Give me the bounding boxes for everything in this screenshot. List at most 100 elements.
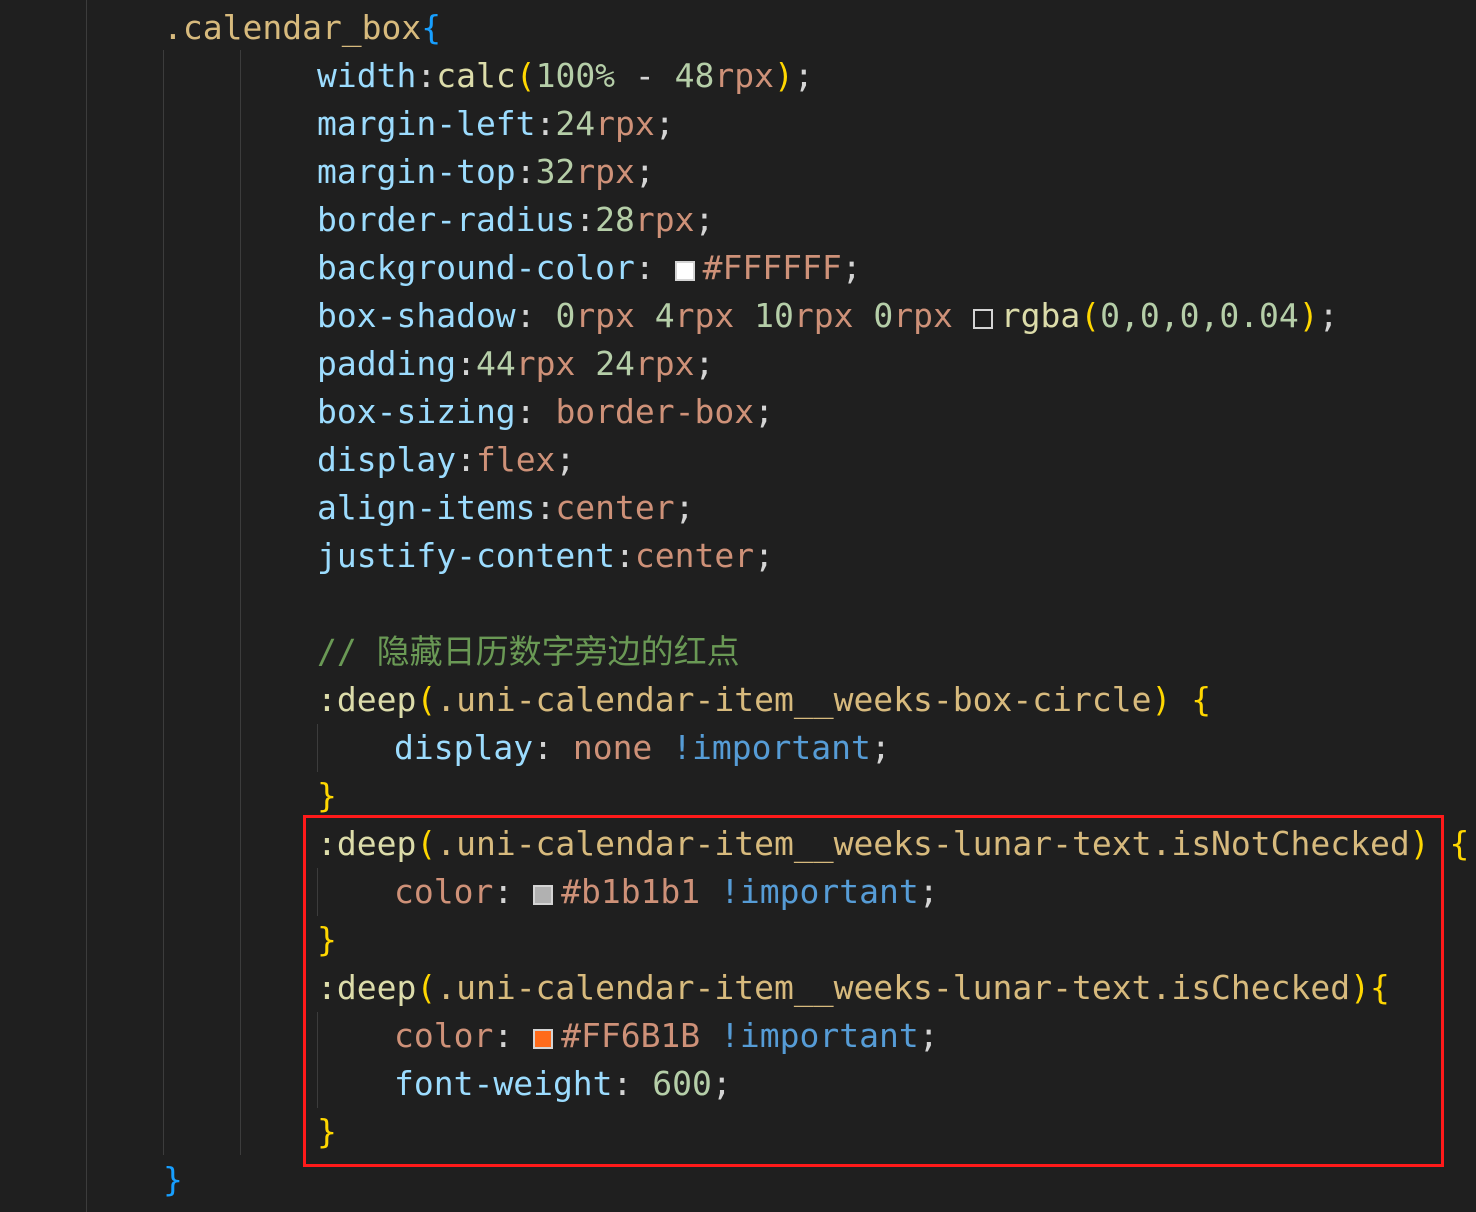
code-token: !important	[672, 728, 871, 767]
code-token: ;	[694, 200, 715, 239]
code-token: 4	[654, 296, 675, 335]
code-token: :	[493, 1016, 534, 1055]
code-token: 44	[475, 344, 516, 383]
code-line[interactable]: justify-content:center;	[317, 532, 774, 580]
code-line[interactable]: background-color: #FFFFFF;	[317, 244, 862, 292]
code-token: {	[1449, 824, 1470, 863]
code-editor[interactable]: .calendar_box{width:calc(100% - 48rpx); m…	[0, 0, 1476, 1212]
code-token: :	[634, 248, 675, 287]
indent-guide	[240, 50, 241, 1155]
code-token: :	[515, 152, 536, 191]
code-token: )	[1151, 680, 1172, 719]
code-token: :	[416, 56, 437, 95]
indent-guide	[317, 868, 318, 916]
code-token: ;	[918, 1016, 939, 1055]
code-token: margin-top	[317, 152, 516, 191]
code-token: :	[535, 488, 556, 527]
code-token: 0	[873, 296, 894, 335]
code-token: font-weight	[394, 1064, 613, 1103]
code-token: .uni-calendar-item__weeks-lunar-text.isC…	[436, 968, 1351, 1007]
code-token: center	[555, 488, 675, 527]
code-token: {	[1370, 968, 1390, 1007]
code-token: rgba	[1000, 296, 1081, 335]
code-token: rpx	[515, 344, 596, 383]
code-token: .uni-calendar-item__weeks-box-circle	[436, 680, 1152, 719]
code-token: :deep	[317, 968, 417, 1007]
code-line[interactable]: width:calc(100% - 48rpx);	[317, 52, 814, 100]
code-token: (	[416, 680, 437, 719]
code-token: :	[515, 296, 556, 335]
code-token: (	[416, 968, 437, 1007]
code-line[interactable]: font-weight: 600;	[394, 1060, 732, 1108]
code-line[interactable]: box-shadow: 0rpx 4rpx 10rpx 0rpx rgba(0,…	[317, 292, 1339, 340]
code-token: align-items	[317, 488, 536, 527]
code-token: background-color	[317, 248, 635, 287]
code-token: ;	[555, 440, 576, 479]
code-token: padding	[317, 344, 457, 383]
color-swatch[interactable]	[972, 309, 993, 329]
code-token: width	[317, 56, 417, 95]
code-line[interactable]: display: none !important;	[394, 724, 891, 772]
code-line[interactable]: color: #FF6B1B !important;	[394, 1012, 939, 1060]
code-line[interactable]: .calendar_box{	[163, 4, 441, 52]
code-token: :	[456, 440, 476, 479]
code-line[interactable]: }	[163, 1156, 183, 1204]
code-token: 600	[652, 1064, 712, 1103]
code-line[interactable]: :deep(.uni-calendar-item__weeks-lunar-te…	[317, 820, 1469, 868]
code-token: ;	[1318, 296, 1339, 335]
code-line[interactable]: :deep(.uni-calendar-item__weeks-lunar-te…	[317, 964, 1390, 1012]
code-token: 28	[595, 200, 635, 239]
code-token: #b1b1b1	[561, 872, 721, 911]
code-token: )	[774, 56, 794, 95]
code-token: .calendar_box	[163, 8, 422, 47]
code-line[interactable]: padding:44rpx 24rpx;	[317, 340, 714, 388]
code-line[interactable]: margin-left:24rpx;	[317, 100, 675, 148]
code-line[interactable]: }	[317, 916, 337, 964]
code-token: ;	[654, 104, 675, 143]
code-token: border-box	[555, 392, 755, 431]
color-swatch[interactable]	[533, 885, 554, 905]
code-token: rpx	[575, 296, 655, 335]
code-token: .uni-calendar-item__weeks-lunar-text.isN…	[436, 824, 1410, 863]
code-token: 48	[674, 56, 715, 95]
code-token: ;	[918, 872, 939, 911]
code-line[interactable]: display:flex;	[317, 436, 575, 484]
code-token: }	[317, 1112, 337, 1151]
code-line[interactable]: }	[317, 772, 337, 820]
code-token: !important	[720, 1016, 919, 1055]
code-token: }	[163, 1160, 183, 1199]
code-token: :	[456, 344, 476, 383]
code-line[interactable]: :deep(.uni-calendar-item__weeks-box-circ…	[317, 676, 1211, 724]
code-token: none	[572, 728, 673, 767]
code-token: margin-left	[317, 104, 536, 143]
code-line[interactable]: margin-top:32rpx;	[317, 148, 655, 196]
code-line[interactable]: box-sizing: border-box;	[317, 388, 774, 436]
code-token: 0,0,0,0.04	[1100, 296, 1299, 335]
code-token: rpx	[793, 296, 874, 335]
code-line[interactable]: align-items:center;	[317, 484, 695, 532]
code-line[interactable]: border-radius:28rpx;	[317, 196, 714, 244]
code-token: (	[515, 56, 536, 95]
code-token: :	[535, 104, 556, 143]
code-token: center	[634, 536, 755, 575]
code-token: rpx	[893, 296, 973, 335]
code-line[interactable]: color: #b1b1b1 !important;	[394, 868, 939, 916]
code-line[interactable]: // 隐藏日历数字旁边的红点	[317, 628, 740, 676]
code-token: -	[615, 56, 675, 95]
code-token: :	[533, 728, 573, 767]
code-token: rpx	[634, 200, 695, 239]
code-token: !important	[720, 872, 919, 911]
indent-guide	[317, 724, 318, 772]
code-token: rpx	[634, 344, 695, 383]
indent-guide	[317, 1012, 318, 1108]
code-line[interactable]: }	[317, 1108, 337, 1156]
code-token: ;	[694, 344, 715, 383]
code-token: ;	[793, 56, 814, 95]
color-swatch[interactable]	[533, 1029, 554, 1049]
color-swatch[interactable]	[674, 261, 695, 281]
code-token: ;	[870, 728, 891, 767]
code-token: :	[575, 200, 596, 239]
code-token: box-sizing	[317, 392, 516, 431]
code-token: ;	[754, 536, 774, 575]
